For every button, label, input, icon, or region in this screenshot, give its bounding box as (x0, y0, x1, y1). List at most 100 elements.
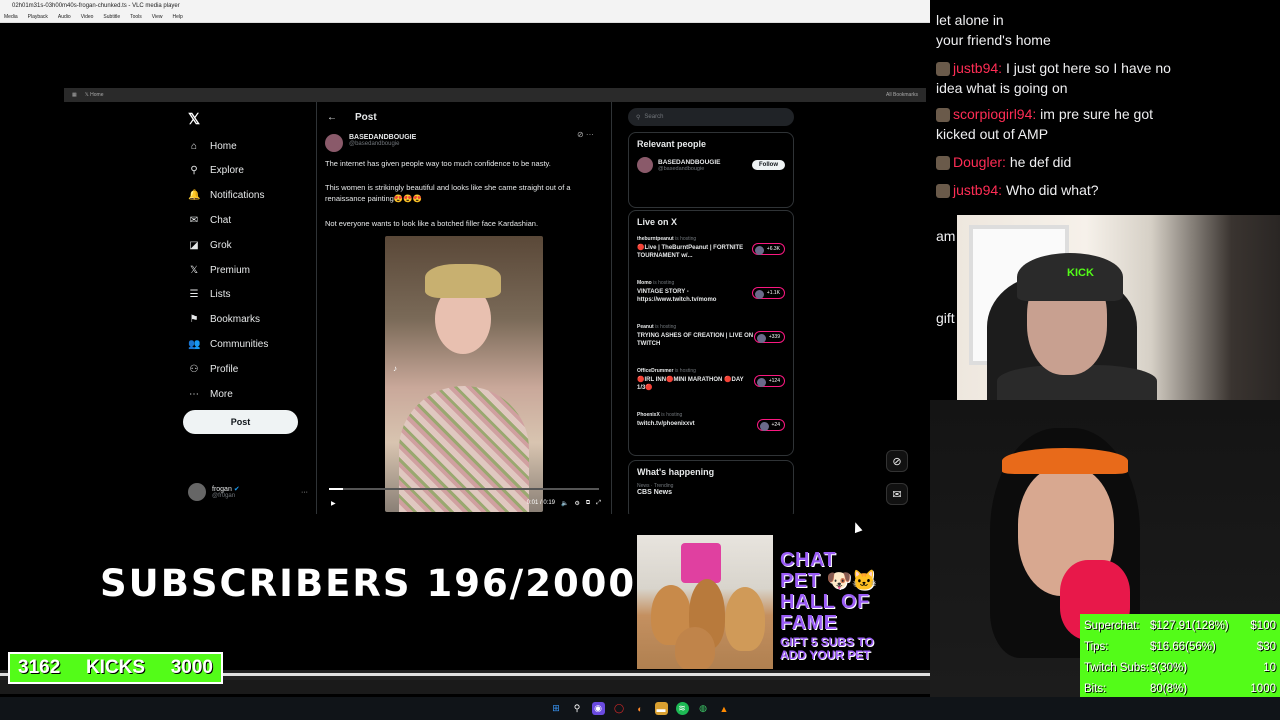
account-handle: @fr0gan (212, 493, 236, 499)
menu-subtitle[interactable]: Subtitle (103, 14, 120, 20)
menu-video[interactable]: Video (81, 14, 94, 20)
live-title: 🔴IRL INN🔴MINI MARATHON 🔴DAY 1/3🔴 (637, 377, 744, 391)
back-arrow-icon: ← (327, 112, 337, 123)
avatar (637, 157, 653, 173)
menu-playback[interactable]: Playback (28, 14, 48, 20)
nav-item-notifications: 🔔 Notifications (188, 187, 264, 205)
tweet-text: Not everyone wants to look like a botche… (325, 219, 539, 228)
nav-item-more: ⋯ More (188, 385, 233, 403)
menu-view[interactable]: View (152, 14, 163, 20)
stat-value: $16.66(56%) (1150, 641, 1216, 653)
nav-item-profile: ⚇ Profile (188, 360, 239, 378)
verified-icon: ✔ (233, 486, 240, 493)
chat-username: justb94: (953, 182, 1003, 198)
stat-value: 3(30%) (1150, 662, 1188, 674)
windows-start-icon[interactable]: ⊞ (550, 702, 563, 715)
host-name: theburntpeanut (637, 236, 674, 242)
app-icon[interactable]: ◯ (613, 702, 626, 715)
relevant-people-card: Relevant people BASEDANDBOUGIE @basedand… (628, 132, 794, 208)
menu-media[interactable]: Media (4, 14, 18, 20)
chrome-icon[interactable]: ◍ (697, 702, 710, 715)
live-title: TRYING ASHES OF CREATION | LIVE ON TWITC… (637, 333, 754, 347)
stat-row: Superchat: $127.91(128%) $100 (1084, 616, 1276, 636)
stat-goal: $100 (1250, 620, 1276, 632)
right-sidebar: ⚲ Search Relevant people BASEDANDBOUGIE … (624, 102, 800, 514)
chat-username: scorpiogirl94: (953, 106, 1037, 122)
promo-subline: ADD YOUR PET (780, 648, 871, 662)
nav-item-label: Communities (210, 338, 269, 350)
bookmark-icon: ⚑ (189, 314, 199, 326)
menu-audio[interactable]: Audio (58, 14, 71, 20)
browser-icon[interactable]: ◐ (634, 702, 647, 715)
badge-icon (936, 62, 950, 77)
chat-message: your friend's home (936, 30, 1196, 50)
video-time: 0:01 / 0:19 (526, 500, 556, 506)
person-name: BASEDANDBOUGIE (658, 158, 721, 166)
stat-label: Superchat: (1084, 620, 1140, 632)
nav-item-bookmarks: ⚑ Bookmarks (188, 311, 261, 329)
spotify-icon[interactable]: ≋ (675, 702, 689, 715)
vlc-icon[interactable]: ▲ (718, 702, 731, 715)
chat-text: Who did what? (1005, 182, 1099, 198)
badge-icon (936, 184, 950, 199)
live-host: Momo is hosting (637, 280, 785, 286)
bell-icon: 🔔 (188, 190, 201, 202)
account-switcher: frogan ✔ @fr0gan ··· (188, 480, 308, 504)
app-icon[interactable]: ◉ (591, 702, 605, 715)
kick-logo-icon: KICK (1067, 267, 1094, 279)
host-tag: is hosting (661, 412, 683, 418)
host-tag: is hosting (675, 236, 697, 242)
nav-item-label: Premium (210, 264, 251, 276)
nav-item-lists: ☰ Lists (188, 286, 231, 304)
volume-icon: 🔈 (561, 500, 569, 507)
listener-count: +124 (753, 375, 785, 387)
account-name: frogan (212, 486, 232, 493)
kicks-current: 3162 (18, 657, 61, 678)
x-logo-icon: 𝕏 (188, 111, 201, 128)
person-handle: @basedandbougie (658, 165, 705, 172)
search-input: ⚲ Search (628, 108, 794, 126)
chat-username: Dougler: (953, 154, 1006, 170)
file-explorer-icon[interactable]: ▬ (654, 702, 668, 715)
nav-item-premium: 𝕏 Premium (188, 261, 250, 279)
live-host: OfficeDrummer is hosting (637, 368, 785, 374)
live-title: twitch.tv/phoenixxvt (637, 421, 695, 427)
search-placeholder: Search (644, 114, 664, 120)
nav-item-explore: ⚲ Explore (188, 162, 244, 180)
nav-item-label: Grok (210, 239, 232, 251)
promo-line: PET 🐶🐱 (780, 570, 878, 592)
chat-message: justb94: Who did what? (936, 180, 1196, 200)
menu-help[interactable]: Help (173, 14, 183, 20)
tweet-column: ← Post ⊘ ··· BASEDANDBOUGIE @basedandbou… (316, 102, 612, 514)
post-button: Post (183, 410, 298, 434)
nav-item-label: Explore (210, 165, 244, 177)
x-logo-icon: 𝕏 (189, 264, 199, 276)
search-icon[interactable]: ⚲ (571, 702, 584, 715)
live-title: VINTAGE STORY - https://www.twitch.tv/mo… (637, 289, 717, 303)
person (1002, 448, 1128, 474)
live-title: 🔴Live | TheBurntPeanut | FORTNITE TOURNA… (637, 245, 744, 259)
listener-count: +339 (753, 331, 785, 343)
tweet-video: ♪ (385, 236, 543, 512)
kicks-goal: 3162 KICKS 3000 (8, 652, 223, 684)
nav-item-label: Notifications (210, 190, 265, 202)
bookmarks-label: All Bookmarks (886, 92, 918, 98)
search-icon: ⚲ (190, 165, 198, 177)
browser-tab-bar: ▦ 𝕏 Home All Bookmarks (64, 88, 926, 102)
stat-value: $127.91(128%) (1150, 620, 1229, 632)
listener-count: +1.1K (751, 287, 785, 299)
follow-button: Follow (752, 160, 785, 170)
search-icon: ⚲ (636, 114, 641, 121)
avatar (325, 134, 343, 152)
grok-icon: ⊘ (886, 450, 908, 472)
menu-tools[interactable]: Tools (130, 14, 142, 20)
video-subject (425, 264, 501, 298)
webcam-streamer: KICK (957, 215, 1280, 401)
pip-icon: ⧉ (585, 499, 591, 506)
promo-line: CHAT (780, 549, 837, 571)
kicks-label: KICKS (85, 657, 146, 678)
author-handle: @basedandbougie (349, 141, 400, 147)
listener-count: +24 (756, 419, 785, 431)
stat-label: Tips: (1084, 641, 1109, 653)
page-title: Post (355, 112, 377, 123)
